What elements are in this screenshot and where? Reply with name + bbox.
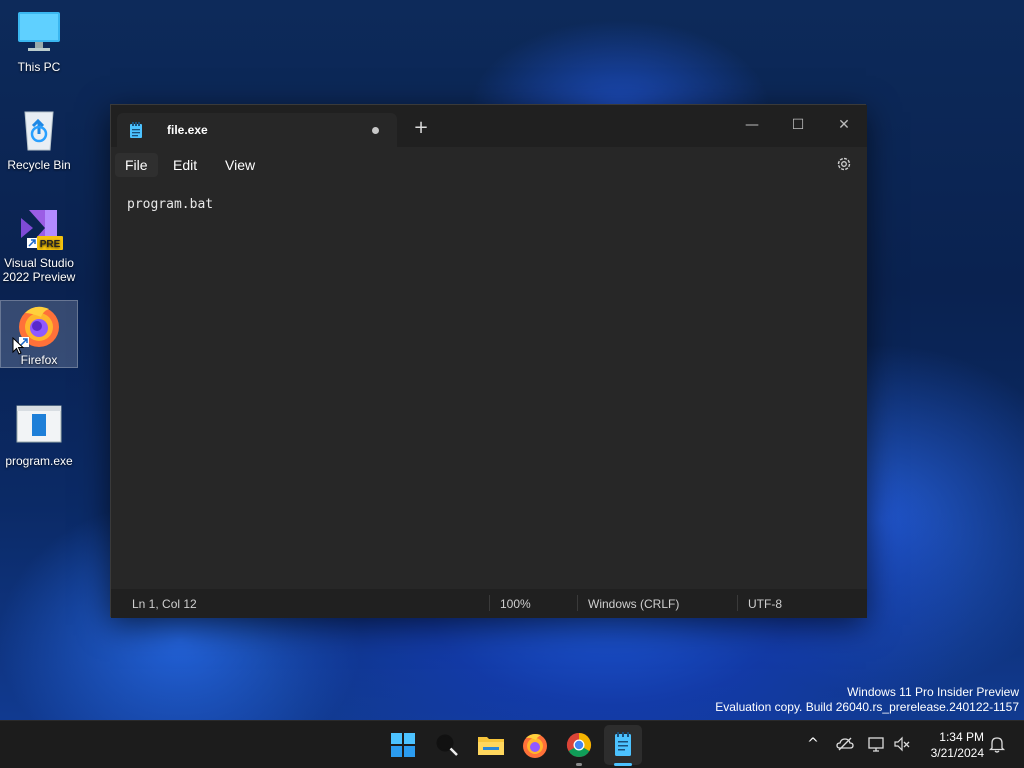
desktop-icon-label: This PC bbox=[17, 60, 61, 74]
active-indicator bbox=[614, 763, 632, 766]
menu-file[interactable]: File bbox=[115, 153, 158, 177]
status-divider bbox=[737, 595, 738, 611]
notepad-taskbar-icon[interactable] bbox=[607, 729, 639, 761]
recycle-bin-icon bbox=[15, 106, 63, 154]
minimize-button[interactable]: — bbox=[729, 111, 775, 139]
title-bar[interactable]: file.exe + — ☐ ✕ bbox=[111, 105, 867, 147]
encoding[interactable]: UTF-8 bbox=[748, 597, 782, 611]
notepad-window[interactable]: file.exe + — ☐ ✕ File Edit View program.… bbox=[110, 104, 867, 618]
line-ending[interactable]: Windows (CRLF) bbox=[588, 597, 679, 611]
start-button[interactable] bbox=[387, 729, 419, 761]
search-icon[interactable] bbox=[431, 729, 463, 761]
watermark-line2: Evaluation copy. Build 26040.rs_prerelea… bbox=[715, 700, 1019, 714]
firefox-taskbar-icon[interactable] bbox=[519, 729, 551, 761]
watermark-line1: Windows 11 Pro Insider Preview bbox=[847, 685, 1019, 699]
editor-content[interactable]: program.bat bbox=[127, 197, 213, 212]
menu-edit[interactable]: Edit bbox=[163, 153, 207, 177]
desktop-icon-label: Firefox bbox=[20, 353, 58, 367]
clock-time: 1:34 PM bbox=[939, 730, 984, 744]
onedrive-icon[interactable] bbox=[836, 735, 854, 753]
tab-file-exe[interactable]: file.exe bbox=[117, 113, 397, 147]
new-tab-button[interactable]: + bbox=[411, 119, 431, 139]
monitor-icon bbox=[15, 8, 63, 56]
pre-badge: PRE bbox=[40, 239, 61, 250]
menu-bar: File Edit View bbox=[111, 147, 867, 181]
status-divider bbox=[489, 595, 490, 611]
gear-icon[interactable] bbox=[835, 155, 853, 173]
network-icon[interactable] bbox=[867, 735, 885, 753]
volume-muted-icon[interactable] bbox=[893, 735, 911, 753]
desktop-icon-visual-studio[interactable]: PRE Visual Studio 2022 Preview bbox=[0, 204, 78, 286]
close-button[interactable]: ✕ bbox=[821, 111, 867, 139]
menu-view[interactable]: View bbox=[215, 153, 265, 177]
unsaved-dot-icon[interactable] bbox=[372, 127, 379, 134]
notification-bell-icon[interactable] bbox=[988, 735, 1006, 753]
clock[interactable]: 1:34 PM 3/21/2024 bbox=[918, 729, 984, 761]
file-explorer-icon[interactable] bbox=[475, 729, 507, 761]
mouse-cursor-icon bbox=[12, 336, 25, 355]
tab-title: file.exe bbox=[167, 123, 208, 137]
zoom-level[interactable]: 100% bbox=[500, 597, 531, 611]
desktop-icon-label: Visual Studio 2022 Preview bbox=[2, 256, 76, 284]
chrome-icon[interactable] bbox=[563, 729, 595, 761]
desktop-icon-label: program.exe bbox=[5, 454, 73, 468]
cursor-position[interactable]: Ln 1, Col 12 bbox=[132, 597, 197, 611]
text-editor[interactable]: program.bat bbox=[111, 181, 867, 589]
chevron-up-icon[interactable]: ^ bbox=[804, 735, 822, 753]
desktop-icon-firefox[interactable]: Firefox bbox=[0, 300, 78, 368]
desktop-icon-program-exe[interactable]: program.exe bbox=[0, 402, 78, 468]
status-bar: Ln 1, Col 12 100% Windows (CRLF) UTF-8 bbox=[111, 589, 867, 618]
maximize-button[interactable]: ☐ bbox=[775, 111, 821, 139]
desktop-icon-label: Recycle Bin bbox=[7, 158, 71, 172]
notepad-icon bbox=[129, 122, 143, 138]
clock-date: 3/21/2024 bbox=[930, 746, 984, 760]
taskbar: ^ 1:34 PM 3/21/2024 bbox=[0, 720, 1024, 768]
desktop-icon-recycle-bin[interactable]: Recycle Bin bbox=[0, 106, 78, 172]
windows-watermark: Windows 11 Pro Insider Preview Evaluatio… bbox=[715, 685, 1019, 715]
executable-icon bbox=[15, 402, 63, 450]
running-indicator bbox=[576, 763, 582, 766]
status-divider bbox=[577, 595, 578, 611]
visual-studio-icon: PRE bbox=[15, 204, 63, 252]
desktop-icon-this-pc[interactable]: This PC bbox=[0, 8, 78, 74]
